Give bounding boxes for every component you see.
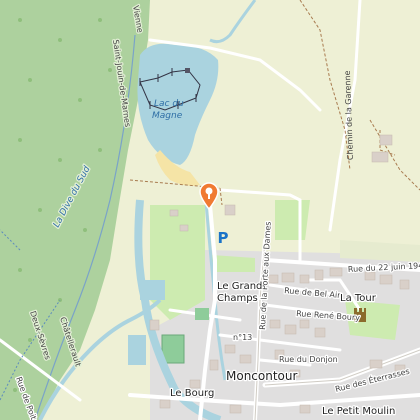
river-label: La Dive du Sud bbox=[52, 164, 93, 229]
road-label-rene-boury: Rue René Boury bbox=[296, 308, 361, 322]
road-label-chatellerault: Châtellerault bbox=[58, 316, 83, 368]
marker-shape bbox=[199, 182, 219, 210]
road-label-chemin-garenne: Chemin de la Garenne bbox=[343, 70, 355, 160]
place-label-grand-line2: Champs bbox=[217, 293, 258, 304]
road-label-bel-air: Rue de Bel Air bbox=[284, 286, 342, 300]
road-label-poitou: Rue de Poitou bbox=[14, 376, 41, 420]
road-label-vienne: Vienne bbox=[131, 5, 145, 34]
place-label-petit-moulin: Le Petit Moulin bbox=[322, 406, 395, 417]
road-label-saint-jouin: Saint-Jouin-de-Marnes bbox=[111, 39, 132, 128]
map-canvas[interactable]: Lac du Magne La Dive du Sud Vienne Saint… bbox=[0, 0, 420, 420]
lake-label-line1: Lac du bbox=[154, 99, 184, 109]
place-label-le-bourg: Le Bourg bbox=[170, 388, 214, 399]
road-label-deux-sevres: Deux-Sèvres bbox=[28, 310, 53, 361]
road-label-porte-aux-dames: Rue de la Porte aux Dames bbox=[258, 221, 273, 330]
road-label-donjon: Rue du Donjon bbox=[279, 355, 338, 364]
town-label-moncontour: Moncontour bbox=[226, 369, 297, 383]
road-label-eterrasses: Rue des Éterrasses bbox=[334, 365, 411, 394]
location-pin-icon[interactable] bbox=[198, 182, 220, 210]
parking-label: P bbox=[217, 229, 229, 247]
place-label-grand-line1: Le Grand bbox=[217, 281, 262, 292]
label-layer: Lac du Magne La Dive du Sud Vienne Saint… bbox=[13, 4, 420, 420]
road-label-22-juin: Rue du 22 juin 1940 bbox=[348, 261, 420, 274]
lake-label-line2: Magne bbox=[152, 111, 183, 121]
road-label-n13: n°13 bbox=[233, 333, 252, 342]
parking-icon[interactable]: P bbox=[216, 230, 230, 246]
place-label-la-tour: La Tour bbox=[340, 293, 377, 304]
